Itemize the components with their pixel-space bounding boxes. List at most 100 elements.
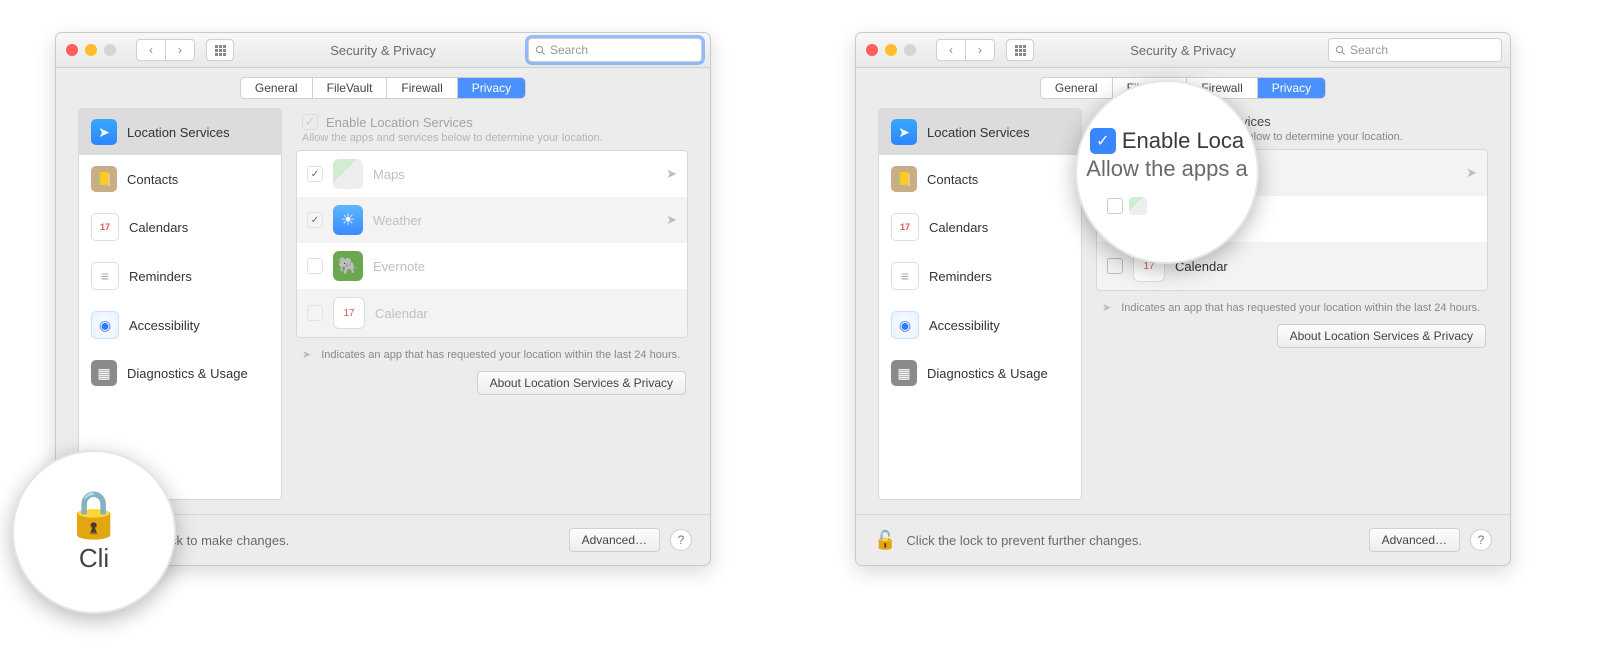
callout-line1: Enable Loca [1122, 128, 1244, 154]
search-placeholder: Search [1350, 43, 1388, 57]
app-row-weather: ✓ ☀ Weather ➤ [297, 197, 687, 243]
about-location-button[interactable]: About Location Services & Privacy [477, 371, 686, 395]
location-icon: ➤ [891, 119, 917, 145]
sidebar-item-accessibility[interactable]: ◉ Accessibility [79, 300, 281, 349]
tab-general[interactable]: General [1041, 78, 1113, 98]
location-arrow-icon: ➤ [666, 166, 677, 182]
evernote-icon: 🐘 [333, 251, 363, 281]
help-button[interactable]: ? [670, 529, 692, 551]
callout-line2: Allow the apps a [1086, 156, 1247, 182]
sidebar-item-diagnostics[interactable]: ▦ Diagnostics & Usage [79, 349, 281, 396]
titlebar: ‹ › Security & Privacy Search [56, 33, 710, 68]
footer: 🔓 Click the lock to prevent further chan… [856, 514, 1510, 565]
search-placeholder: Search [550, 43, 588, 57]
app-row-evernote: 🐘 Evernote [297, 243, 687, 289]
sidebar-item-label: Reminders [129, 269, 192, 284]
sidebar-item-label: Location Services [127, 125, 230, 140]
lock-icon-zoom: 🔒 [65, 491, 122, 537]
calendar-icon: 17 [91, 213, 119, 241]
sidebar-item-label: Contacts [127, 172, 178, 187]
app-row-maps: ✓ Maps ➤ [297, 151, 687, 197]
app-list: ✓ Maps ➤ ✓ ☀ Weather ➤ 🐘 Evernote 17 Ca [296, 150, 688, 338]
help-button[interactable]: ? [1470, 529, 1492, 551]
checkbox-evernote-disabled [307, 258, 323, 274]
accessibility-icon: ◉ [891, 311, 919, 339]
search-field[interactable]: Search [1328, 38, 1502, 62]
sidebar-item-location[interactable]: ➤ Location Services [79, 109, 281, 155]
search-field[interactable]: Search [528, 38, 702, 62]
enable-location-label: Enable Location Services [326, 115, 473, 130]
sidebar-item-contacts[interactable]: 📒 Contacts [79, 155, 281, 202]
callout-text: Cli [79, 543, 109, 574]
tabs: General FileVault Firewall Privacy [56, 68, 710, 108]
sidebar-item-calendars[interactable]: 17 Calendars [879, 202, 1081, 251]
search-icon [1335, 45, 1346, 56]
diagnostics-icon: ▦ [891, 360, 917, 386]
accessibility-icon: ◉ [91, 311, 119, 339]
privacy-sidebar: ➤ Location Services 📒 Contacts 17 Calend… [878, 108, 1082, 500]
tab-privacy[interactable]: Privacy [458, 78, 525, 98]
enable-location-checkbox-disabled: ✓ [302, 114, 318, 130]
maps-icon [333, 159, 363, 189]
calendar-app-icon: 17 [333, 297, 365, 329]
advanced-button[interactable]: Advanced… [569, 528, 660, 552]
callout-lock-zoom: 🔒 Cli [12, 450, 176, 614]
checkbox-weather-disabled: ✓ [307, 212, 323, 228]
privacy-sidebar: ➤ Location Services 📒 Contacts 17 Calend… [78, 108, 282, 500]
enable-location-subtext: Allow the apps and services below to det… [302, 132, 688, 144]
sidebar-item-label: Calendars [929, 220, 988, 235]
callout-enable-zoom: ✓ Enable Loca Allow the apps a [1075, 80, 1259, 264]
titlebar: ‹ › Security & Privacy Search [856, 33, 1510, 68]
app-label: Weather [373, 213, 422, 228]
location-arrow-icon: ➤ [1466, 165, 1477, 181]
tab-privacy[interactable]: Privacy [1258, 78, 1325, 98]
contacts-icon: 📒 [91, 166, 117, 192]
sidebar-item-reminders[interactable]: ≡ Reminders [79, 251, 281, 300]
checkbox-zoom: ✓ [1090, 128, 1116, 154]
location-arrow-icon: ➤ [1102, 301, 1111, 314]
sidebar-item-diagnostics[interactable]: ▦ Diagnostics & Usage [879, 349, 1081, 396]
sidebar-item-label: Reminders [929, 269, 992, 284]
legend-text: Indicates an app that has requested your… [1121, 302, 1480, 314]
sidebar-item-label: Calendars [129, 220, 188, 235]
sidebar-item-calendars[interactable]: 17 Calendars [79, 202, 281, 251]
app-label: Maps [373, 167, 405, 182]
calendar-icon: 17 [891, 213, 919, 241]
sidebar-item-label: Accessibility [929, 318, 1000, 333]
tab-firewall[interactable]: Firewall [387, 78, 457, 98]
app-label: Evernote [373, 259, 425, 274]
app-row-calendar: 17 Calendar [297, 289, 687, 337]
sidebar-item-label: Diagnostics & Usage [927, 366, 1048, 381]
sidebar-item-location[interactable]: ➤ Location Services [879, 109, 1081, 155]
about-location-button[interactable]: About Location Services & Privacy [1277, 324, 1486, 348]
location-arrow-icon: ➤ [666, 212, 677, 228]
legend-text: Indicates an app that has requested your… [321, 349, 680, 361]
reminders-icon: ≡ [891, 262, 919, 290]
sidebar-item-contacts[interactable]: 📒 Contacts [879, 155, 1081, 202]
legend-row: ➤ Indicates an app that has requested yo… [296, 338, 688, 371]
reminders-icon: ≡ [91, 262, 119, 290]
sidebar-item-label: Accessibility [129, 318, 200, 333]
contacts-icon: 📒 [891, 166, 917, 192]
sidebar-item-accessibility[interactable]: ◉ Accessibility [879, 300, 1081, 349]
lock-icon-open[interactable]: 🔓 [874, 530, 896, 551]
tab-general[interactable]: General [241, 78, 313, 98]
callout-approw-peek [1107, 196, 1227, 216]
sidebar-item-label: Diagnostics & Usage [127, 366, 248, 381]
lock-text: Click the lock to prevent further change… [906, 533, 1142, 548]
tab-filevault[interactable]: FileVault [313, 78, 388, 98]
sidebar-item-reminders[interactable]: ≡ Reminders [879, 251, 1081, 300]
search-icon [535, 45, 546, 56]
location-arrow-icon: ➤ [302, 348, 311, 361]
legend-row: ➤ Indicates an app that has requested yo… [1096, 291, 1488, 324]
app-label: Calendar [375, 306, 428, 321]
location-icon: ➤ [91, 119, 117, 145]
checkbox-calendar-disabled [307, 305, 323, 321]
weather-icon: ☀ [333, 205, 363, 235]
advanced-button[interactable]: Advanced… [1369, 528, 1460, 552]
sidebar-item-label: Contacts [927, 172, 978, 187]
checkbox-calendar[interactable] [1107, 258, 1123, 274]
enable-location-row: ✓ Enable Location Services [302, 114, 688, 130]
diagnostics-icon: ▦ [91, 360, 117, 386]
checkbox-maps-disabled: ✓ [307, 166, 323, 182]
